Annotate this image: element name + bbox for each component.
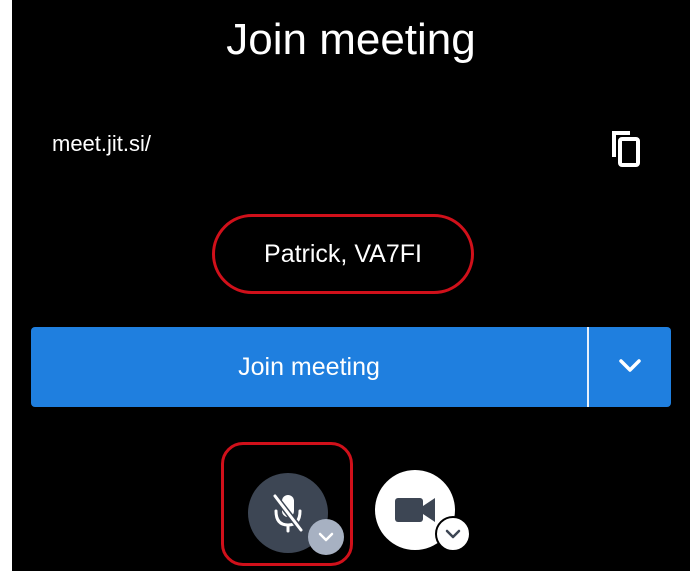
copy-icon bbox=[612, 131, 640, 167]
display-name-field-wrapper bbox=[212, 214, 474, 294]
microphone-control-highlight bbox=[221, 442, 353, 566]
display-name-input[interactable] bbox=[212, 214, 474, 294]
microphone-options-button[interactable] bbox=[308, 519, 344, 555]
prejoin-screen: Join meeting meet.jit.si/ Join meeting bbox=[12, 0, 690, 571]
join-meeting-button[interactable]: Join meeting bbox=[31, 327, 587, 407]
chevron-down-icon bbox=[619, 359, 641, 372]
chevron-down-icon bbox=[318, 532, 334, 542]
camera-options-button[interactable] bbox=[435, 516, 471, 552]
meeting-url: meet.jit.si/ bbox=[52, 131, 152, 156]
chevron-down-icon bbox=[445, 529, 461, 539]
page-title: Join meeting bbox=[226, 15, 476, 64]
join-meeting-bar: Join meeting bbox=[31, 327, 671, 407]
join-options-button[interactable] bbox=[589, 327, 671, 407]
copy-url-button[interactable] bbox=[608, 127, 642, 169]
